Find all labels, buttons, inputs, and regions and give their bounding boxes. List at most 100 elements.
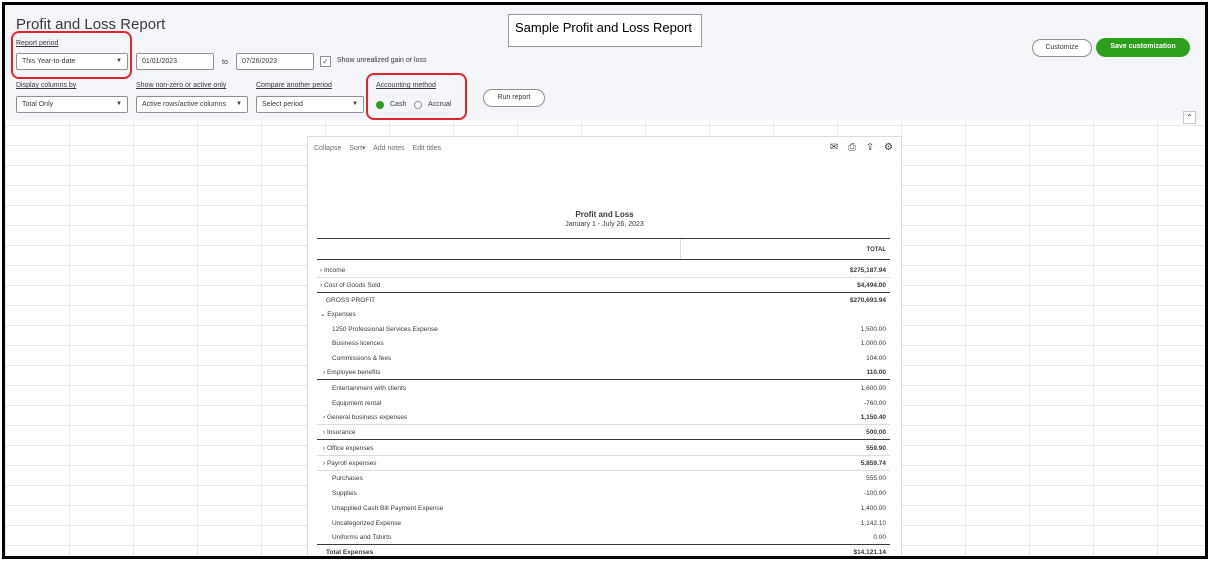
report-row-label: Purchases [332, 475, 363, 482]
sort-link[interactable]: Sort▾ [349, 145, 365, 152]
chevron-down-icon: ▼ [236, 101, 242, 107]
email-icon[interactable]: ✉ [830, 142, 838, 153]
display-columns-label: Display columns by [16, 82, 77, 89]
compare-period-value: Select period [262, 101, 303, 108]
report-period-highlight [11, 31, 132, 79]
report-row-value[interactable]: 0.00 [873, 530, 886, 545]
column-header: TOTAL [317, 238, 890, 260]
gear-icon[interactable]: ⚙ [884, 142, 893, 153]
report-row-value[interactable]: 1,150.40 [861, 410, 886, 425]
show-nonzero-value: Active rows/active columns [142, 101, 227, 108]
report-row-value[interactable]: $275,187.94 [850, 263, 886, 278]
report-row-value[interactable]: 1,000.00 [861, 336, 886, 351]
report-row: › Payroll expenses 5,859.74 [317, 456, 890, 471]
compare-period-label: Compare another period [256, 82, 332, 89]
print-icon[interactable]: ⎙ [848, 142, 856, 153]
screenshot-frame: Profit and Loss Report Report period Thi… [2, 2, 1208, 559]
display-columns-value: Total Only [22, 101, 54, 108]
report-row: ⌄ Expenses [317, 307, 890, 322]
report-row-label[interactable]: › General business expenses [323, 410, 407, 425]
report-row: Business licences 1,000.00 [317, 336, 890, 351]
report-row-value[interactable]: $270,693.94 [850, 293, 886, 308]
report-row-label[interactable]: › Income [320, 263, 345, 278]
report-row: › Income $275,187.94 [317, 263, 890, 278]
report-row-label: Unapplied Cash Bill Payment Expense [332, 505, 444, 512]
report-row: Unapplied Cash Bill Payment Expense 1,400… [317, 501, 890, 516]
unrealized-gain-label: Show unrealized gain or loss [337, 57, 427, 64]
report-row-value[interactable]: 1,142.10 [861, 516, 886, 531]
report-row-label[interactable]: ⌄ Expenses [320, 307, 356, 322]
display-columns-select[interactable]: Total Only ▼ [16, 96, 128, 113]
report-row-value[interactable]: 1,500.00 [861, 322, 886, 337]
report-row-label[interactable]: › Payroll expenses [323, 456, 376, 471]
report-row-label: Business licences [332, 340, 384, 347]
report-row-value[interactable]: 104.00 [866, 351, 886, 366]
report-row-label: Uniforms and Tshirts [332, 534, 392, 541]
report-row-label: Commissions & fees [332, 355, 392, 362]
report-row-label[interactable]: › Employee benefits [323, 365, 380, 380]
report-row-value[interactable]: 110.00 [866, 365, 886, 380]
report-row-value[interactable]: 555.00 [866, 471, 886, 486]
report-row-value[interactable]: -760.00 [864, 396, 886, 411]
export-icon[interactable]: ⇪ [866, 142, 874, 153]
report-row-value[interactable]: $14,121.14 [853, 545, 886, 556]
report-row: GROSS PROFIT $270,693.94 [317, 293, 890, 308]
report-row-value[interactable]: -100.00 [864, 486, 886, 501]
report-row: Equipment rental -760.00 [317, 396, 890, 411]
report-row-label[interactable]: › Cost of Goods Sold [320, 278, 380, 293]
report-row-value[interactable]: 500.00 [866, 425, 886, 440]
report-row: Commissions & fees 104.00 [317, 351, 890, 366]
report-row: › Office expenses 559.90 [317, 441, 890, 456]
total-column-header: TOTAL [866, 247, 886, 253]
report-row: Purchases 555.00 [317, 471, 890, 486]
report-date-range: January 1 - July 26, 2023 [565, 221, 644, 228]
report-row-label: Equipment rental [332, 400, 382, 407]
show-nonzero-select[interactable]: Active rows/active columns ▼ [136, 96, 248, 113]
to-label: to [222, 59, 228, 66]
report-row: › General business expenses 1,150.40 [317, 410, 890, 425]
column-divider [680, 239, 681, 259]
report-row-label: Total Expenses [326, 549, 374, 556]
report-toolbar: Collapse Sort▾ Add notes Edit titles [314, 144, 447, 152]
show-nonzero-label: Show non-zero or active only [136, 82, 227, 89]
save-customization-button[interactable]: Save customization [1096, 38, 1190, 57]
report-row: › Employee benefits 110.00 [317, 365, 890, 380]
report-row: › Insurance 500.00 [317, 425, 890, 440]
accounting-method-highlight [366, 73, 467, 120]
run-report-button[interactable]: Run report [483, 89, 545, 107]
report-row-label[interactable]: › Insurance [323, 425, 356, 440]
report-panel: Collapse Sort▾ Add notes Edit titles ✉ ⎙… [307, 136, 902, 556]
end-date-input[interactable]: 07/26/2023 [236, 53, 314, 70]
report-row-label: Uncategorized Expense [332, 520, 402, 527]
sample-report-callout: Sample Profit and Loss Report [508, 14, 702, 47]
report-row-value[interactable]: 559.90 [866, 441, 886, 456]
chevron-down-icon: ▼ [116, 101, 122, 107]
report-row-label: Supplies [332, 490, 357, 497]
start-date-input[interactable]: 01/01/2023 [136, 53, 214, 70]
unrealized-gain-checkbox[interactable]: ✓ [320, 56, 331, 67]
compare-period-select[interactable]: Select period ▼ [256, 96, 364, 113]
report-row-label: GROSS PROFIT [326, 297, 376, 304]
chevron-down-icon: ▼ [352, 101, 358, 107]
report-row: Uncategorized Expense 1,142.10 [317, 516, 890, 531]
report-icon-toolbar: ✉ ⎙ ⇪ ⚙ [823, 142, 893, 153]
edit-titles-link[interactable]: Edit titles [413, 145, 441, 152]
report-row-value[interactable]: $4,494.00 [857, 278, 886, 293]
report-row-value[interactable]: 1,400.00 [861, 501, 886, 516]
report-row: Supplies -100.00 [317, 486, 890, 501]
report-row-label: 1250 Professional Services Expense [332, 326, 438, 333]
report-title: Profit and Loss [575, 210, 634, 219]
report-row-value[interactable]: 5,859.74 [861, 456, 886, 471]
collapse-settings-button[interactable]: ⌃ [1183, 111, 1196, 124]
report-row-value[interactable]: 1,600.00 [861, 381, 886, 396]
report-row: Uniforms and Tshirts 0.00 [317, 530, 890, 545]
report-row-label[interactable]: › Office expenses [323, 441, 373, 456]
report-row: Entertainment with clients 1,600.00 [317, 381, 890, 396]
report-row-label: Entertainment with clients [332, 385, 407, 392]
add-notes-link[interactable]: Add notes [373, 145, 405, 152]
customize-button[interactable]: Customize [1032, 39, 1092, 57]
collapse-link[interactable]: Collapse [314, 145, 341, 152]
report-row: Total Expenses $14,121.14 [317, 545, 890, 556]
report-row: › Cost of Goods Sold $4,494.00 [317, 278, 890, 293]
chevron-up-icon: ⌃ [1186, 113, 1193, 122]
